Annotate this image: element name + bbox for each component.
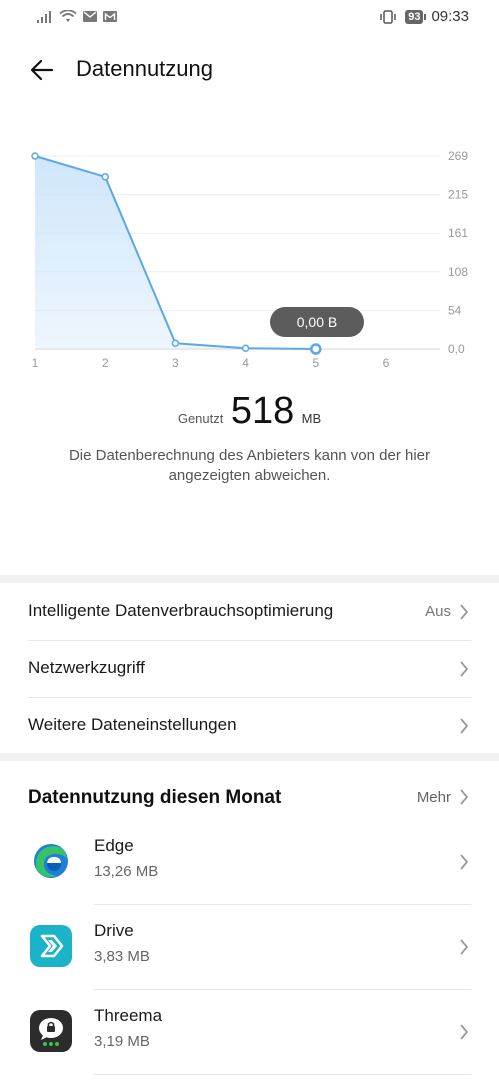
x-tick-label: 5	[312, 356, 319, 370]
y-tick-label: 269	[448, 149, 468, 163]
app-data-size: 3,83 MB	[94, 948, 150, 965]
setting-label: Weitere Dateneinstellungen	[28, 715, 237, 734]
app-data-size: 3,19 MB	[94, 1033, 150, 1050]
chevron-right-icon	[460, 1024, 469, 1040]
x-tick-label: 4	[242, 356, 249, 370]
chart-point	[31, 152, 39, 160]
setting-smart-data-saver[interactable]: Intelligente Datenverbrauchsoptimierung …	[0, 584, 499, 640]
chevron-right-icon	[460, 854, 469, 870]
y-tick-label: 161	[448, 226, 468, 240]
y-tick-label: 108	[448, 265, 468, 279]
x-tick-label: 1	[32, 356, 39, 370]
chevron-right-icon	[460, 661, 469, 677]
setting-more-data-settings[interactable]: Weitere Dateneinstellungen	[0, 698, 499, 754]
chart-point	[101, 173, 109, 181]
section-divider	[0, 753, 499, 761]
chart-point-selected	[310, 343, 322, 355]
provider-note: Die Datenberechnung des Anbieters kann v…	[68, 447, 431, 484]
edge-icon	[34, 844, 68, 878]
chevron-right-icon	[460, 939, 469, 955]
chevron-right-icon	[460, 718, 469, 734]
y-tick-label: 0,0	[448, 342, 465, 356]
section-divider	[0, 575, 499, 583]
gmail-icon	[103, 11, 117, 22]
y-tick-label: 215	[448, 188, 468, 202]
chart-point	[171, 339, 180, 348]
battery-indicator: 93	[405, 9, 427, 24]
vibrate-icon	[380, 9, 396, 24]
chevron-right-icon[interactable]	[459, 789, 469, 805]
usage-chart[interactable]: 269 215 161 108 54 0,0 1 2 3 4 5 6	[0, 140, 499, 380]
app-data-size: 13,26 MB	[94, 863, 159, 880]
usage-unit: MB	[301, 411, 322, 426]
status-icons-left	[37, 10, 117, 23]
row-divider	[94, 1074, 471, 1075]
usage-value: 518	[230, 390, 295, 432]
chart-tooltip: 0,00 B	[270, 307, 364, 337]
more-link[interactable]: Mehr	[417, 789, 451, 806]
y-tick-label: 54	[448, 303, 462, 317]
usage-summary: Genutzt 518 MB	[0, 390, 499, 433]
x-tick-label: 2	[102, 356, 109, 370]
status-bar: 93 09:33	[0, 0, 499, 36]
app-name: Drive	[94, 921, 134, 940]
setting-label: Intelligente Datenverbrauchsoptimierung	[28, 601, 334, 620]
setting-label: Netzwerkzugriff	[28, 658, 145, 677]
chevron-right-icon	[460, 604, 469, 620]
status-icons-right: 93 09:33	[379, 8, 469, 25]
signal-icon	[37, 10, 51, 23]
section-title: Datennutzung diesen Monat	[28, 787, 282, 808]
usage-chart-svg: 269 215 161 108 54 0,0 1 2 3 4 5 6	[31, 149, 468, 370]
app-name: Edge	[94, 836, 134, 855]
app-row-edge[interactable]: Edge 13,26 MB	[0, 820, 499, 904]
app-row-threema[interactable]: Threema 3,19 MB	[0, 990, 499, 1074]
app-bar: Datennutzung	[0, 48, 499, 92]
clock: 09:33	[431, 8, 469, 25]
threema-icon	[30, 1010, 72, 1052]
back-arrow-icon[interactable]	[28, 56, 56, 84]
app-name: Threema	[94, 1006, 163, 1025]
page-title: Datennutzung	[76, 56, 213, 81]
setting-network-access[interactable]: Netzwerkzugriff	[0, 641, 499, 697]
app-row-drive[interactable]: Drive 3,83 MB	[0, 905, 499, 989]
usage-label: Genutzt	[177, 411, 224, 426]
setting-value: Aus	[425, 603, 451, 620]
mail-icon	[83, 11, 97, 22]
wifi-icon	[59, 10, 77, 22]
x-tick-label: 6	[383, 356, 390, 370]
x-tick-label: 3	[172, 356, 179, 370]
drive-icon	[30, 925, 72, 967]
chart-point	[241, 344, 250, 353]
